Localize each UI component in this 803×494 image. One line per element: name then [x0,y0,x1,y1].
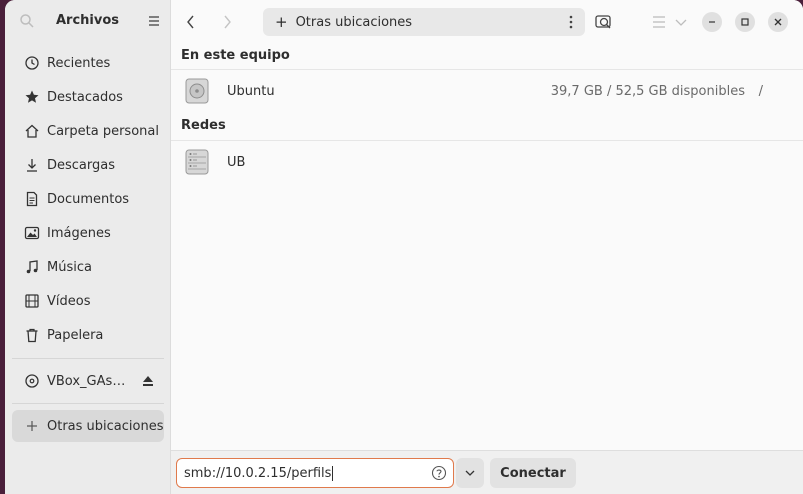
sidebar-item-label: Destacados [47,89,123,105]
disc-icon [25,374,39,388]
location-name: UB [227,154,246,170]
maximize-button[interactable] [735,12,755,32]
sidebar-item-documentos[interactable]: Documentos [12,183,164,215]
section-title-this-computer: En este equipo [181,48,290,63]
location-mount-point: / [758,83,763,99]
sidebar-item-otras-ubicaciones[interactable]: Otras ubicaciones [12,410,164,442]
file-manager-window: Archivos Recientes Destacados Carpeta pe… [5,0,803,494]
minimize-icon [709,21,715,23]
plus-icon [27,421,37,431]
search-location-icon[interactable] [594,12,614,32]
forward-arrow-icon[interactable] [217,12,237,32]
sidebar-item-label: Vídeos [47,293,91,309]
header-bar: + Otras ubicaciones [171,0,803,43]
sidebar-item-label: Documentos [47,191,130,207]
plus-icon: + [275,13,288,31]
sidebar-item-papelera[interactable]: Papelera [12,319,164,351]
server-address-input[interactable]: smb://10.0.2.15/perfils [176,458,454,488]
path-bar[interactable]: + Otras ubicaciones [263,8,585,36]
sidebar-divider [12,358,164,359]
main-pane: + Otras ubicaciones En este equipo Ubunt… [171,0,803,494]
location-row-ub[interactable]: UB [171,141,803,183]
sidebar-item-musica[interactable]: Música [12,251,164,283]
eject-icon[interactable] [142,374,154,388]
video-icon [25,294,39,308]
sidebar-item-imagenes[interactable]: Imágenes [12,217,164,249]
sidebar-item-carpeta-personal[interactable]: Carpeta personal [12,115,164,147]
server-address-value: smb://10.0.2.15/perfils [184,465,332,481]
document-icon [26,191,38,207]
sidebar-item-label: Descargas [47,157,116,173]
sidebar-item-label: Recientes [47,55,111,71]
location-capacity: 39,7 GB / 52,5 GB disponibles [550,83,745,99]
location-row-ubuntu[interactable]: Ubuntu 39,7 GB / 52,5 GB disponibles / [171,70,803,112]
back-arrow-icon[interactable] [181,12,201,32]
sidebar: Archivos Recientes Destacados Carpeta pe… [5,0,171,494]
recent-servers-dropdown[interactable] [456,458,484,488]
image-icon [24,226,40,240]
minimize-button[interactable] [702,12,722,32]
chevron-down-icon[interactable] [671,12,691,32]
help-icon[interactable] [431,465,447,481]
sidebar-item-label: Imágenes [47,225,111,241]
view-list-icon[interactable] [649,12,669,32]
sidebar-item-label: Otras ubicaciones [47,418,164,434]
sidebar-item-vbox-gas[interactable]: VBox_GAs_... [12,365,164,397]
network-server-icon [185,149,209,175]
sidebar-item-recientes[interactable]: Recientes [12,47,164,79]
text-cursor [332,465,334,481]
chevron-down-icon [465,470,475,476]
sidebar-divider [12,403,164,404]
connect-button[interactable]: Conectar [490,458,576,488]
sidebar-item-videos[interactable]: Vídeos [12,285,164,317]
hard-drive-icon [185,78,209,104]
close-button[interactable] [768,12,788,32]
connect-to-server-bar: smb://10.0.2.15/perfils Conectar [171,450,803,494]
maximize-icon [741,18,749,26]
clock-icon [25,56,39,70]
home-icon [25,124,39,138]
close-icon [774,18,782,26]
trash-icon [26,328,38,343]
sidebar-item-descargas[interactable]: Descargas [12,149,164,181]
download-icon [27,159,37,172]
path-menu-icon[interactable] [567,14,575,30]
location-name: Ubuntu [227,83,275,99]
sidebar-item-label: Música [47,259,92,275]
star-icon [25,90,39,103]
sidebar-item-destacados[interactable]: Destacados [12,81,164,113]
sidebar-item-label: Carpeta personal [47,123,159,139]
sidebar-item-label: Papelera [47,327,104,343]
section-title-networks: Redes [181,118,226,133]
sidebar-item-label: VBox_GAs_... [47,373,127,389]
path-label: Otras ubicaciones [295,14,413,30]
sidebar-header: Archivos [5,0,170,43]
hamburger-menu-icon[interactable] [146,13,162,29]
music-icon [26,260,38,274]
